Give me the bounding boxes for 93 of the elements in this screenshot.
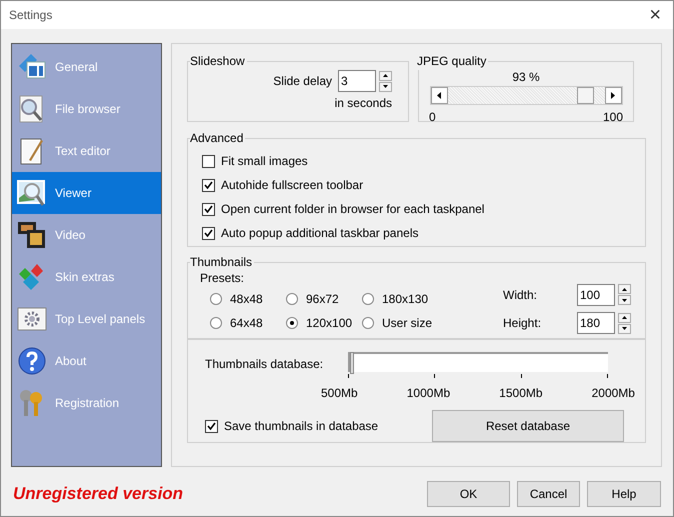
sidebar-label: Skin extras — [55, 269, 114, 286]
left-arrow-icon — [437, 92, 441, 99]
sidebar-label: Text editor — [55, 143, 110, 160]
checkbox-label: Autohide fullscreen toolbar — [221, 177, 364, 194]
check-icon — [204, 228, 213, 238]
film-icon — [17, 220, 47, 250]
sidebar-item[interactable]: File browser — [12, 88, 161, 130]
spin-buttons[interactable] — [618, 284, 631, 306]
check-icon — [207, 422, 216, 430]
up-arrow-icon — [383, 74, 388, 77]
sidebar-label: Viewer — [55, 185, 92, 202]
unregistered-notice: Unregistered version — [13, 483, 184, 506]
checkbox-label: Save thumbnails in database — [224, 418, 378, 435]
check-icon — [204, 204, 213, 214]
sidebar-item[interactable]: Viewer — [12, 172, 161, 214]
up-arrow-icon — [622, 316, 627, 320]
sidebar-item[interactable]: Registration — [12, 382, 161, 424]
checkbox-label: Auto popup additional taskbar panels — [221, 225, 418, 242]
radio-button[interactable] — [286, 293, 298, 305]
database-label: Thumbnails database: — [205, 356, 324, 373]
down-arrow-icon — [622, 298, 627, 302]
dialog-button[interactable]: Help — [587, 481, 661, 507]
radio-label: 96x72 — [306, 291, 339, 308]
picture-magnifier-icon — [17, 178, 47, 208]
check-icon — [204, 180, 213, 190]
dialog-button[interactable]: OK — [427, 481, 510, 507]
sidebar-item[interactable]: About — [12, 340, 161, 382]
window-title: Settings — [9, 7, 52, 24]
sidebar-item[interactable]: Skin extras — [12, 256, 161, 298]
height-field[interactable]: 180 — [577, 312, 615, 334]
tick-label: 1000Mb — [406, 385, 450, 402]
sidebar-label: General — [55, 59, 98, 76]
tick-label: 500Mb — [321, 385, 358, 402]
slide-delay-label: Slide delay — [273, 73, 332, 90]
tick-mark — [520, 374, 522, 378]
down-arrow-icon — [622, 327, 627, 330]
group-title: Advanced — [190, 130, 244, 147]
group-title: JPEG quality — [417, 53, 488, 70]
tick-label: 1500Mb — [499, 385, 543, 402]
unit-label: in seconds — [334, 95, 392, 112]
radio-button[interactable] — [210, 317, 222, 329]
reset-database-button[interactable]: Reset database — [432, 410, 624, 442]
min-label: 0 — [429, 109, 436, 126]
size-slider[interactable] — [348, 352, 608, 372]
checkbox-label: Open current folder in browser for each taskpanel — [221, 201, 484, 218]
spin-buttons[interactable] — [379, 70, 392, 92]
radio-button[interactable] — [286, 317, 298, 329]
max-label: 100 — [602, 109, 623, 126]
checkbox[interactable] — [202, 178, 215, 192]
sidebar-item[interactable]: Top Level panels — [12, 298, 161, 340]
sidebar-item[interactable]: Video — [12, 214, 161, 256]
radio-button[interactable] — [362, 293, 374, 305]
group-title: Thumbnails — [190, 254, 254, 271]
tick-label: 2000Mb — [592, 385, 635, 402]
sidebar-item[interactable]: Text editor — [12, 130, 161, 172]
sidebar-label: File browser — [55, 101, 120, 118]
checkbox[interactable] — [205, 420, 218, 432]
width-field[interactable]: 100 — [577, 284, 615, 306]
tick-mark — [348, 374, 349, 378]
sidebar-label: Video — [55, 227, 86, 244]
presets-label: Presets: — [200, 271, 246, 285]
up-arrow-icon — [622, 288, 627, 291]
checkbox[interactable] — [202, 202, 215, 216]
width-label: Width: — [503, 286, 538, 304]
checkbox[interactable] — [202, 226, 215, 240]
radio-label: 48x48 — [230, 291, 263, 308]
radio-label: 120x100 — [306, 315, 352, 332]
slider-thumb[interactable] — [350, 352, 354, 374]
dialog-button[interactable]: Cancel — [517, 481, 580, 507]
scroll-thumb[interactable] — [576, 87, 594, 104]
help-icon — [17, 346, 47, 376]
close-button[interactable]: × — [649, 5, 661, 25]
radio-label: 180x130 — [382, 291, 428, 308]
down-arrow-icon — [383, 85, 388, 88]
tick-mark — [606, 374, 608, 378]
group-title: Slideshow — [190, 53, 246, 70]
sidebar-label: Registration — [55, 395, 120, 412]
sidebar-label: Top Level panels — [55, 311, 146, 328]
radio-label: 64x48 — [230, 315, 263, 332]
right-arrow-icon — [611, 92, 615, 99]
radio-label: User size — [382, 315, 432, 332]
radio-button[interactable] — [210, 293, 222, 305]
sidebar-item[interactable]: General — [12, 46, 161, 88]
quality-scrollbar[interactable] — [430, 86, 622, 105]
slide-delay-field[interactable]: 3 — [338, 70, 376, 92]
checkbox[interactable] — [202, 154, 215, 168]
height-label: Height: — [503, 315, 542, 332]
tick-mark — [434, 374, 436, 378]
sidebar-label: About — [55, 353, 86, 370]
radio-button[interactable] — [362, 317, 374, 329]
spin-buttons[interactable] — [618, 312, 631, 334]
quality-reading: 93 % — [512, 70, 540, 84]
checkbox-label: Fit small images — [221, 153, 308, 170]
